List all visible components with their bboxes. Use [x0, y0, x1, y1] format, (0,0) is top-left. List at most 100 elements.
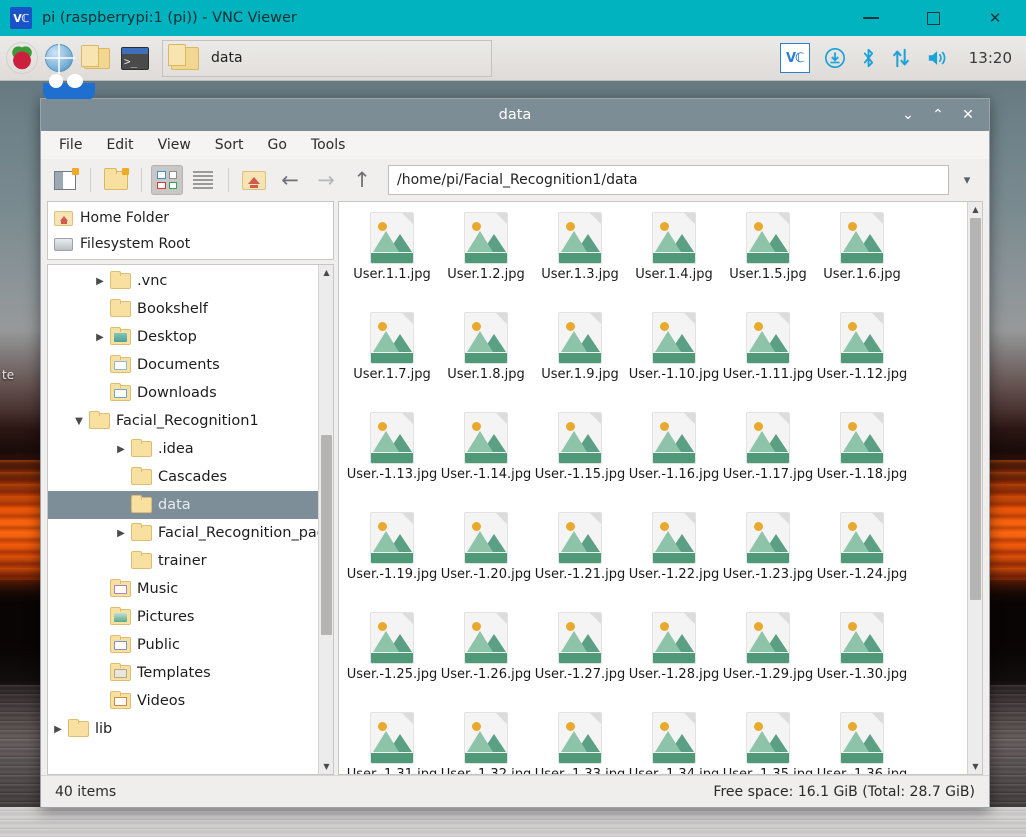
desktop-icon-label[interactable]: te: [2, 368, 14, 382]
tree-item-idea[interactable]: ▶ .idea: [48, 435, 318, 463]
file-item[interactable]: User.1.9.jpg: [533, 308, 627, 408]
scrollbar-thumb[interactable]: [321, 435, 332, 635]
tree-item-facial-recognition-pac[interactable]: ▶ Facial_Recognition_pac: [48, 519, 318, 547]
file-item[interactable]: User.-1.10.jpg: [627, 308, 721, 408]
vnc-server-tray-icon[interactable]: Vℂ: [779, 43, 810, 73]
download-icon[interactable]: [824, 47, 846, 69]
file-item[interactable]: User.-1.11.jpg: [721, 308, 815, 408]
vnc-maximize-button[interactable]: [902, 0, 964, 36]
file-item[interactable]: User.-1.32.jpg: [439, 708, 533, 774]
file-item[interactable]: User.-1.33.jpg: [533, 708, 627, 774]
vnc-viewer-titlebar[interactable]: Vℂ pi (raspberrypi:1 (pi)) - VNC Viewer …: [0, 0, 1026, 36]
list-view-button[interactable]: [187, 165, 219, 195]
file-item[interactable]: User.-1.13.jpg: [345, 408, 439, 508]
file-item[interactable]: User.1.8.jpg: [439, 308, 533, 408]
terminal-icon[interactable]: >_: [118, 41, 152, 75]
fm-close-button[interactable]: ✕: [953, 99, 983, 131]
web-browser-icon[interactable]: [42, 41, 76, 75]
tree-item-public[interactable]: Public: [48, 631, 318, 659]
file-item[interactable]: User.-1.14.jpg: [439, 408, 533, 508]
path-dropdown-button[interactable]: ▾: [953, 165, 981, 195]
file-manager-titlebar[interactable]: data ⌄ ⌃ ✕: [41, 99, 989, 131]
file-item[interactable]: User.-1.26.jpg: [439, 608, 533, 708]
chevron-right-icon[interactable]: ▶: [48, 724, 68, 735]
file-manager-icon[interactable]: [80, 41, 114, 75]
file-item[interactable]: User.-1.30.jpg: [815, 608, 909, 708]
file-item[interactable]: User.-1.24.jpg: [815, 508, 909, 608]
tree-item-pictures[interactable]: Pictures: [48, 603, 318, 631]
menu-tools[interactable]: Tools: [301, 134, 356, 156]
file-item[interactable]: User.-1.19.jpg: [345, 508, 439, 608]
file-item[interactable]: User.-1.12.jpg: [815, 308, 909, 408]
file-item[interactable]: User.1.6.jpg: [815, 208, 909, 308]
chevron-right-icon[interactable]: ▶: [111, 528, 131, 539]
tree-item-music[interactable]: Music: [48, 575, 318, 603]
chevron-right-icon[interactable]: ▶: [90, 276, 110, 287]
back-button[interactable]: ←: [274, 165, 306, 195]
menu-edit[interactable]: Edit: [96, 134, 143, 156]
file-item[interactable]: User.-1.25.jpg: [345, 608, 439, 708]
file-item[interactable]: User.-1.23.jpg: [721, 508, 815, 608]
file-item[interactable]: User.-1.27.jpg: [533, 608, 627, 708]
file-item[interactable]: User.-1.29.jpg: [721, 608, 815, 708]
tree-item-vnc[interactable]: ▶ .vnc: [48, 267, 318, 295]
fm-maximize-button[interactable]: ⌃: [923, 99, 953, 131]
file-item[interactable]: User.-1.21.jpg: [533, 508, 627, 608]
chevron-right-icon[interactable]: ▶: [111, 444, 131, 455]
network-updown-icon[interactable]: [891, 47, 911, 69]
menu-go[interactable]: Go: [258, 134, 297, 156]
tree-item-lib[interactable]: ▶ lib: [48, 715, 318, 743]
icon-view-button[interactable]: [151, 165, 183, 195]
file-item[interactable]: User.-1.17.jpg: [721, 408, 815, 508]
sidebar-scrollbar[interactable]: ▲ ▼: [318, 265, 333, 774]
menu-sort[interactable]: Sort: [205, 134, 254, 156]
file-item[interactable]: User.1.7.jpg: [345, 308, 439, 408]
scroll-down-arrow-icon[interactable]: ▼: [319, 759, 333, 774]
tree-item-trainer[interactable]: trainer: [48, 547, 318, 575]
file-item[interactable]: User.1.2.jpg: [439, 208, 533, 308]
bluetooth-icon[interactable]: [860, 47, 877, 69]
tree-item-templates[interactable]: Templates: [48, 659, 318, 687]
scroll-up-arrow-icon[interactable]: ▲: [968, 202, 982, 217]
file-item[interactable]: User.-1.18.jpg: [815, 408, 909, 508]
file-item[interactable]: User.-1.28.jpg: [627, 608, 721, 708]
new-folder-button[interactable]: [100, 165, 132, 195]
file-item[interactable]: User.-1.35.jpg: [721, 708, 815, 774]
chevron-down-icon[interactable]: ▼: [69, 416, 89, 427]
menu-file[interactable]: File: [49, 134, 92, 156]
place-home-folder[interactable]: Home Folder: [48, 205, 333, 231]
new-tab-button[interactable]: [49, 165, 81, 195]
file-item[interactable]: User.-1.20.jpg: [439, 508, 533, 608]
raspberry-menu-icon[interactable]: [6, 42, 38, 74]
clock[interactable]: 13:20: [969, 49, 1012, 67]
chevron-right-icon[interactable]: ▶: [90, 332, 110, 343]
tree-item-facial-recognition1[interactable]: ▼ Facial_Recognition1: [48, 407, 318, 435]
taskbar-window-button-data[interactable]: data: [162, 39, 492, 77]
tree-item-bookshelf[interactable]: Bookshelf: [48, 295, 318, 323]
home-button[interactable]: [238, 165, 270, 195]
file-item[interactable]: User.1.3.jpg: [533, 208, 627, 308]
tree-item-desktop[interactable]: ▶ Desktop: [48, 323, 318, 351]
tree-item-videos[interactable]: Videos: [48, 687, 318, 715]
file-item[interactable]: User.-1.16.jpg: [627, 408, 721, 508]
file-item[interactable]: User.1.5.jpg: [721, 208, 815, 308]
file-view-scrollbar[interactable]: ▲ ▼: [967, 202, 982, 774]
place-filesystem-root[interactable]: Filesystem Root: [48, 231, 333, 257]
scroll-up-arrow-icon[interactable]: ▲: [319, 265, 333, 280]
scrollbar-thumb[interactable]: [970, 218, 981, 600]
tree-item-documents[interactable]: Documents: [48, 351, 318, 379]
up-button[interactable]: ↑: [346, 165, 378, 195]
fm-minimize-button[interactable]: ⌄: [893, 99, 923, 131]
file-item[interactable]: User.-1.34.jpg: [627, 708, 721, 774]
tree-item-data[interactable]: data: [48, 491, 318, 519]
file-item[interactable]: User.1.1.jpg: [345, 208, 439, 308]
tree-item-downloads[interactable]: Downloads: [48, 379, 318, 407]
file-item[interactable]: User.-1.22.jpg: [627, 508, 721, 608]
file-item[interactable]: User.-1.31.jpg: [345, 708, 439, 774]
tree-item-cascades[interactable]: Cascades: [48, 463, 318, 491]
volume-icon[interactable]: [925, 47, 951, 69]
file-item[interactable]: User.-1.36.jpg: [815, 708, 909, 774]
file-item[interactable]: User.-1.15.jpg: [533, 408, 627, 508]
forward-button[interactable]: →: [310, 165, 342, 195]
vnc-minimize-button[interactable]: [840, 0, 902, 36]
